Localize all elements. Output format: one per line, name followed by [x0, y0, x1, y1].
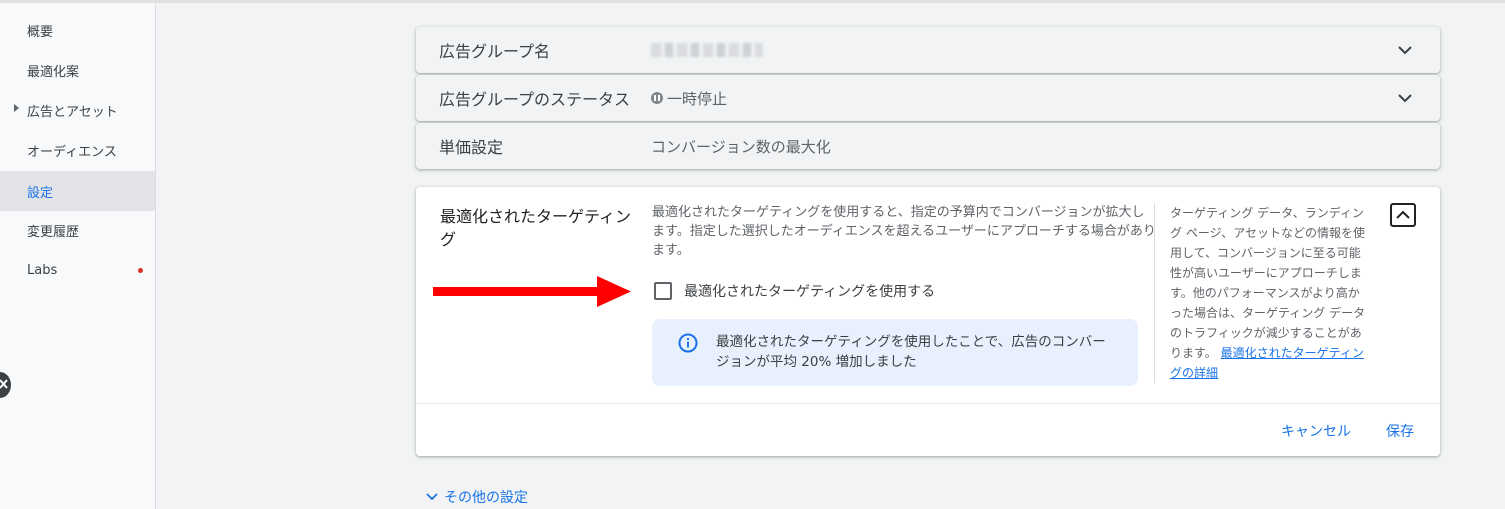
info-banner: 最適化されたターゲティングを使用したことで、広告のコンバージョンが平均 20% …: [652, 319, 1138, 386]
vertical-divider: [1154, 203, 1155, 383]
more-settings-label: その他の設定: [444, 490, 528, 506]
caret-right-icon: [14, 104, 19, 112]
ad-group-status-label: 広告グループのステータス: [439, 90, 631, 109]
status-text: 一時停止: [667, 89, 728, 108]
sidebar-item-label: 概要: [27, 24, 54, 40]
sidebar-item-label: オーディエンス: [27, 144, 117, 160]
optimized-targeting-card: 最適化されたターゲティング 最適化されたターゲティングを使用すると、指定の予算内…: [416, 187, 1440, 456]
notification-dot: [138, 268, 143, 273]
info-icon: [678, 333, 698, 353]
sidebar-item-label: 最適化案: [27, 64, 80, 80]
red-arrow-annotation: [433, 276, 631, 307]
checkbox-label: 最適化されたターゲティングを使用する: [684, 284, 936, 300]
optimized-targeting-checkbox[interactable]: [654, 282, 672, 300]
sidebar-item-label: Labs: [27, 262, 58, 278]
bidding-row[interactable]: 単価設定 コンバージョン数の最大化: [416, 123, 1440, 169]
sidebar-item-label: 設定: [27, 185, 54, 201]
bidding-label: 単価設定: [439, 138, 504, 157]
card-description: 最適化されたターゲティングを使用すると、指定の予算内でコンバージョンが拡大します…: [652, 205, 1156, 258]
sidebar-item-audiences[interactable]: オーディエンス: [0, 130, 155, 170]
sidebar-item-label: 広告とアセット: [27, 104, 118, 120]
chevron-down-icon[interactable]: [1396, 89, 1414, 107]
help-body: ターゲティング データ、ランディング ページ、アセットなどの情報を使用して、コン…: [1170, 206, 1366, 360]
sidebar-item-overview[interactable]: 概要: [0, 10, 155, 50]
info-text: 最適化されたターゲティングを使用したことで、広告のコンバージョンが平均 20% …: [716, 334, 1106, 370]
sidebar-item-change-history[interactable]: 変更履歴: [0, 210, 155, 250]
help-text: ターゲティング データ、ランディング ページ、アセットなどの情報を使用して、コン…: [1170, 203, 1370, 383]
close-panel-button[interactable]: [0, 372, 11, 398]
main-content: 広告グループ名 広告グループのステータス 一時停止 単価設定 コンバージョン数の…: [156, 3, 1505, 509]
chevron-down-icon: [426, 493, 438, 501]
chevron-up-icon: [1396, 210, 1410, 219]
sidebar-item-labs[interactable]: Labs: [0, 250, 155, 290]
sidebar-item-ads-assets[interactable]: 広告とアセット: [0, 90, 155, 130]
ad-group-name-row[interactable]: 広告グループ名: [416, 27, 1440, 73]
optimized-targeting-checkbox-row[interactable]: 最適化されたターゲティングを使用する: [654, 281, 935, 301]
sidebar: 概要 最適化案 広告とアセット オーディエンス 設定 変更履歴 Labs: [0, 3, 156, 509]
collapse-button[interactable]: [1390, 203, 1416, 227]
chevron-down-icon[interactable]: [1396, 41, 1414, 59]
sidebar-item-label: 変更履歴: [27, 224, 80, 240]
sidebar-item-settings[interactable]: 設定: [0, 171, 155, 211]
pause-icon: [651, 92, 663, 104]
more-settings-toggle[interactable]: その他の設定: [426, 487, 528, 507]
ad-group-name-value: [651, 43, 763, 57]
ad-group-name-label: 広告グループ名: [439, 42, 551, 61]
bidding-value: コンバージョン数の最大化: [651, 137, 831, 156]
ad-group-status-value: 一時停止: [651, 88, 727, 109]
close-icon: [0, 379, 8, 389]
ad-group-status-row[interactable]: 広告グループのステータス 一時停止: [416, 75, 1440, 121]
redacted-name: [651, 43, 763, 57]
horizontal-divider: [416, 403, 1440, 404]
card-title: 最適化されたターゲティング: [440, 207, 632, 249]
cancel-button[interactable]: キャンセル: [1281, 421, 1351, 441]
sidebar-item-recommendations[interactable]: 最適化案: [0, 50, 155, 90]
save-button[interactable]: 保存: [1386, 421, 1414, 441]
